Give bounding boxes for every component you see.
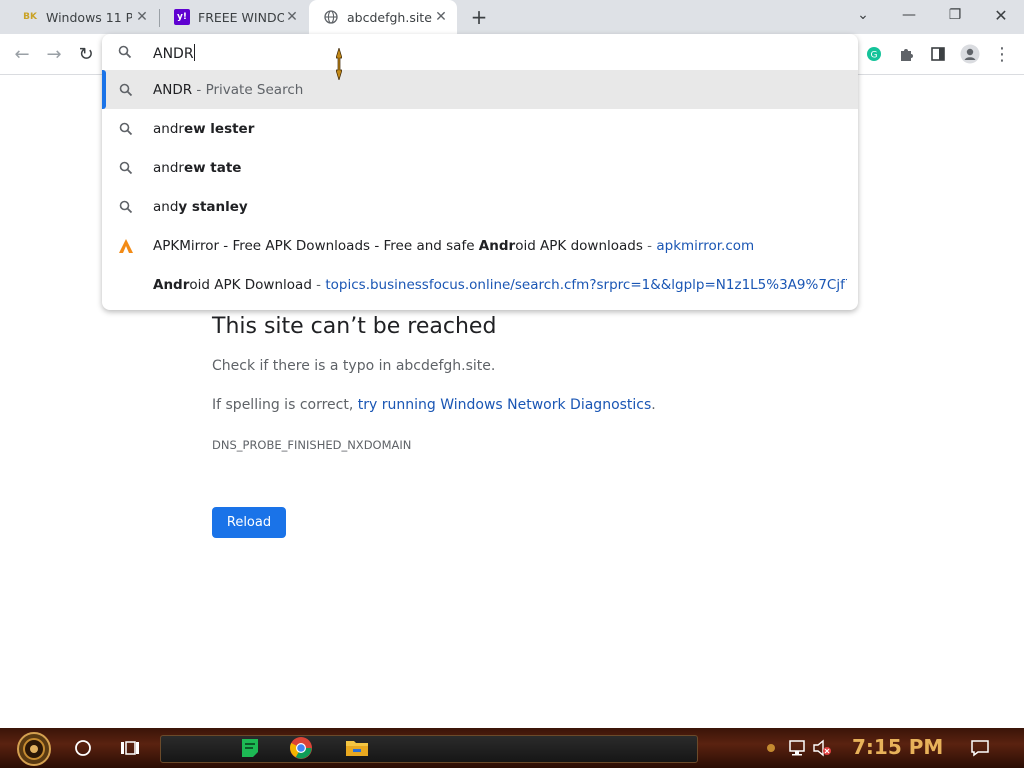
reload-icon[interactable]: ↻ bbox=[74, 42, 98, 66]
suggestion-text: APKMirror - Free APK Downloads - Free an… bbox=[153, 238, 847, 254]
tab-title: Windows 11 Pro bbox=[46, 9, 132, 25]
search-icon bbox=[118, 160, 134, 176]
suggestion-text: ANDR - Private Search bbox=[153, 82, 847, 98]
suggestion-item[interactable]: Android APK Download - topics.businessfo… bbox=[102, 265, 858, 304]
suggestion-text: andrew tate bbox=[153, 160, 847, 176]
error-page: This site can’t be reached Check if ther… bbox=[212, 310, 656, 452]
search-icon bbox=[118, 199, 134, 215]
suggestion-text: andrew lester bbox=[153, 121, 847, 137]
close-icon[interactable]: ✕ bbox=[134, 9, 150, 25]
typo-hint: Check if there is a typo in abcdefgh.sit… bbox=[212, 358, 496, 374]
notes-app-icon[interactable] bbox=[236, 734, 264, 762]
tab-strip: BK Windows 11 Pro ✕ y! FREEE WINDOWS ✕ a… bbox=[0, 0, 1024, 34]
suggestion-text-part: - bbox=[311, 276, 326, 293]
globe-icon bbox=[323, 9, 339, 25]
address-bar[interactable]: ANDR bbox=[102, 34, 858, 70]
forward-arrow-icon[interactable]: → bbox=[42, 42, 66, 66]
diagnostics-prefix: If spelling is correct, bbox=[212, 397, 358, 413]
diagnostics-suffix: . bbox=[651, 397, 656, 413]
volume-muted-icon[interactable] bbox=[808, 734, 836, 762]
profile-avatar-icon[interactable] bbox=[958, 42, 982, 66]
omnibox-dropdown: ANDR ANDR - Private Search andrew lester a… bbox=[102, 34, 858, 310]
suggestion-text-part: y stanley bbox=[178, 198, 248, 215]
apkmirror-icon bbox=[118, 238, 134, 254]
close-window-button[interactable]: ✕ bbox=[978, 0, 1024, 30]
close-icon[interactable]: ✕ bbox=[433, 9, 449, 25]
search-icon bbox=[118, 82, 134, 98]
chrome-icon[interactable] bbox=[287, 734, 315, 762]
start-orb-icon[interactable] bbox=[16, 731, 52, 767]
suggestion-text-part: oid APK downloads bbox=[515, 237, 643, 254]
suggestion-text-part: ew lester bbox=[183, 120, 255, 137]
suggestion-text-part: oid APK Download bbox=[189, 276, 312, 293]
suggestion-url: apkmirror.com bbox=[656, 237, 755, 254]
suggestion-text: Android APK Download - topics.businessfo… bbox=[153, 277, 847, 293]
tab-freee-windows[interactable]: y! FREEE WINDOWS ✕ bbox=[160, 0, 308, 34]
suggestion-text-part: andr bbox=[153, 120, 184, 137]
suggestion-text-part: - bbox=[642, 237, 657, 254]
suggestion-item[interactable]: ANDR - Private Search bbox=[102, 70, 858, 109]
text-caret bbox=[193, 44, 195, 61]
suggestion-text-part: ANDR bbox=[153, 81, 193, 98]
new-tab-button[interactable]: + bbox=[469, 7, 489, 27]
search-icon bbox=[118, 121, 134, 137]
search-circle-icon[interactable] bbox=[69, 734, 97, 762]
tab-abcdefgh-site[interactable]: abcdefgh.site ✕ bbox=[309, 0, 457, 34]
tab-windows-11[interactable]: BK Windows 11 Pro ✕ bbox=[8, 0, 158, 34]
side-panel-icon[interactable] bbox=[926, 42, 950, 66]
tab-title: FREEE WINDOWS bbox=[198, 9, 284, 25]
mouse-cursor-icon bbox=[335, 46, 343, 82]
suggestion-text: andy stanley bbox=[153, 199, 847, 215]
svg-text:G: G bbox=[871, 51, 878, 61]
suggestion-item[interactable]: andrew tate bbox=[102, 148, 858, 187]
bk-favicon-icon: BK bbox=[23, 12, 37, 22]
suggestion-text-part: and bbox=[153, 198, 179, 215]
error-heading: This site can’t be reached bbox=[212, 314, 497, 339]
suggestion-item[interactable]: APKMirror - Free APK Downloads - Free an… bbox=[102, 226, 858, 265]
suggestion-text-part: andr bbox=[153, 159, 184, 176]
tab-title: abcdefgh.site bbox=[347, 9, 432, 25]
diagnostics-hint: If spelling is correct, try running Wind… bbox=[212, 397, 656, 413]
suggestion-url: topics.businessfocus.online/search.cfm?s… bbox=[325, 276, 847, 293]
yahoo-favicon-icon: y! bbox=[174, 9, 190, 25]
error-code: DNS_PROBE_FINISHED_NXDOMAIN bbox=[212, 438, 412, 452]
suggestion-item[interactable]: andrew lester bbox=[102, 109, 858, 148]
reload-button[interactable]: Reload bbox=[212, 507, 286, 538]
suggestion-text-part: Andr bbox=[153, 276, 190, 293]
notifications-icon[interactable] bbox=[966, 734, 994, 762]
extensions-puzzle-icon[interactable] bbox=[894, 42, 918, 66]
tab-search-chevron-icon[interactable]: ⌄ bbox=[840, 0, 886, 30]
taskbar-clock[interactable]: 7:15 PM bbox=[852, 735, 943, 759]
suggestion-item[interactable]: andy stanley bbox=[102, 187, 858, 226]
task-view-icon[interactable] bbox=[116, 734, 144, 762]
grammarly-extension-icon[interactable]: G bbox=[862, 42, 886, 66]
address-input: ANDR bbox=[153, 44, 195, 62]
back-arrow-icon[interactable]: ← bbox=[10, 42, 34, 66]
suggestion-text-part: APKMirror - Free APK Downloads - Free an… bbox=[153, 237, 479, 254]
suggestion-text-part: Andr bbox=[478, 237, 516, 254]
search-icon bbox=[118, 44, 132, 63]
menu-kebab-icon[interactable]: ⋮ bbox=[990, 42, 1014, 66]
show-hidden-icons-icon[interactable] bbox=[764, 734, 778, 762]
close-icon[interactable]: ✕ bbox=[284, 9, 300, 25]
address-query: ANDR bbox=[153, 46, 194, 62]
suggestion-text-part: ew tate bbox=[183, 159, 242, 176]
suggestion-text-part: - Private Search bbox=[192, 81, 304, 98]
restore-button[interactable]: ❐ bbox=[932, 0, 978, 30]
file-explorer-icon[interactable] bbox=[343, 734, 371, 762]
minimize-button[interactable]: — bbox=[886, 0, 932, 30]
diagnostics-link[interactable]: try running Windows Network Diagnostics bbox=[358, 397, 652, 413]
